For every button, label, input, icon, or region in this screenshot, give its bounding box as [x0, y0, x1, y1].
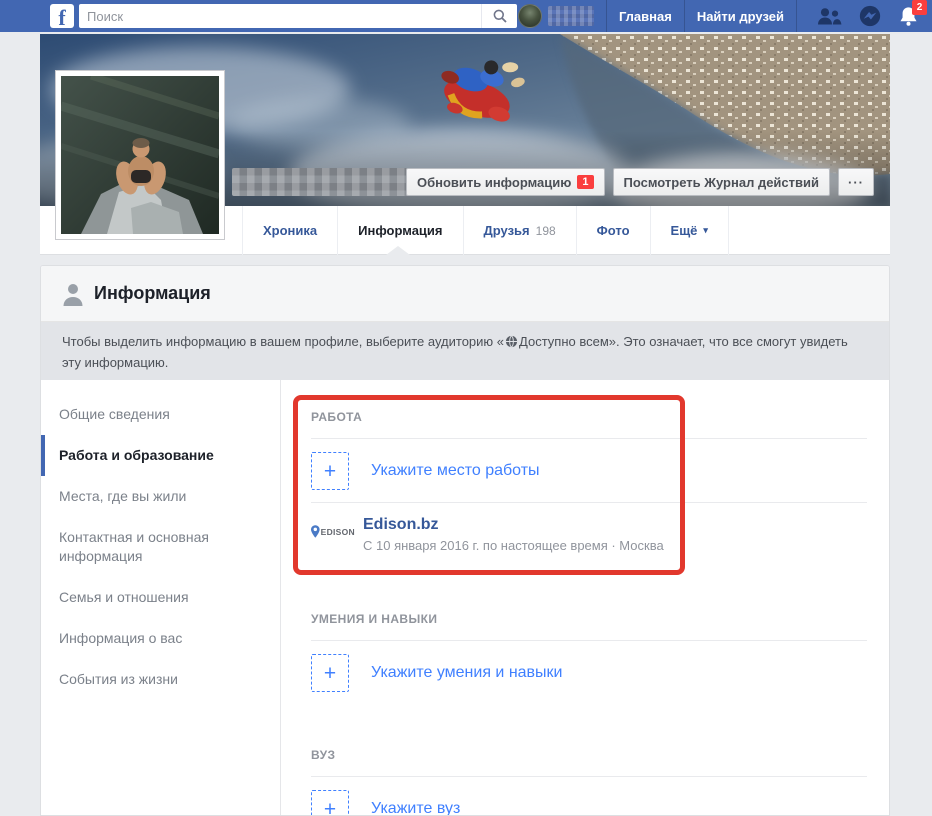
sidebar-item-details-about[interactable]: Информация о вас [41, 618, 280, 659]
update-info-button[interactable]: Обновить информацию 1 [405, 168, 605, 196]
sidebar-item-overview[interactable]: Общие сведения [41, 394, 280, 435]
add-university-row[interactable]: + Укажите вуз [311, 777, 867, 815]
tab-timeline[interactable]: Хроника [242, 206, 339, 255]
about-sidebar: Общие сведения Работа и образование Мест… [41, 380, 281, 815]
page-title: Информация [94, 283, 211, 303]
workplace-entry: EDISON Edison.bz С 10 января 2016 г. по … [311, 503, 867, 574]
search-icon [493, 9, 507, 23]
profile-picture[interactable] [55, 70, 225, 240]
avatar [517, 4, 542, 28]
add-skills-link[interactable]: Укажите умения и навыки [371, 664, 562, 682]
friend-requests-button[interactable] [817, 7, 842, 25]
sidebar-item-contact-basic-info[interactable]: Контактная и основная информация [41, 517, 280, 577]
notification-badge: 2 [912, 0, 927, 15]
workplace-details: С 10 января 2016 г. по настоящее время ·… [363, 538, 664, 553]
divider [796, 0, 797, 32]
sidebar-item-family-relationships[interactable]: Семья и отношения [41, 577, 280, 618]
work-section-header: РАБОТА [311, 410, 363, 424]
active-tab-pointer [386, 246, 410, 255]
about-card: Информация Чтобы выделить информацию в в… [40, 265, 890, 816]
tab-photos[interactable]: Фото [577, 206, 651, 255]
plus-icon[interactable]: + [311, 654, 349, 692]
plus-icon[interactable]: + [311, 452, 349, 490]
globe-icon [505, 334, 518, 353]
audience-notice: Чтобы выделить информацию в вашем профил… [41, 322, 889, 380]
messenger-icon [859, 5, 881, 27]
sidebar-item-work-education[interactable]: Работа и образование [41, 435, 280, 476]
tab-more[interactable]: Ещё ▾ [651, 206, 729, 255]
facebook-logo[interactable]: f [50, 4, 74, 28]
notifications-button[interactable]: 2 [898, 0, 927, 27]
skills-section-header: УМЕНИЯ И НАВЫКИ [311, 612, 438, 626]
edison-logo[interactable]: EDISON [311, 525, 355, 538]
more-options-button[interactable]: ··· [838, 168, 874, 196]
facebook-logo-letter: f [58, 5, 66, 29]
navbar-profile-link[interactable] [517, 4, 594, 28]
tab-friends[interactable]: Друзья 198 [464, 206, 577, 255]
divider [605, 0, 607, 32]
plus-icon[interactable]: + [311, 790, 349, 815]
blurred-profile-name [547, 6, 594, 26]
home-link[interactable]: Главная [619, 9, 672, 24]
navbar-right: Главная Найти друзей 2 [517, 0, 927, 32]
university-section-header: ВУЗ [311, 748, 336, 762]
work-section: РАБОТА + Укажите место работы EDISON Edi… [311, 410, 867, 574]
search-input[interactable] [79, 8, 481, 24]
top-navbar: f Главная Найти друзей [0, 0, 932, 32]
add-skills-row[interactable]: + Укажите умения и навыки [311, 641, 867, 704]
find-friends-link[interactable]: Найти друзей [697, 9, 784, 24]
pin-icon [311, 525, 320, 538]
divider [683, 0, 685, 32]
person-icon [63, 283, 83, 306]
search-button[interactable] [481, 4, 517, 28]
activity-log-button[interactable]: Посмотреть Журнал действий [612, 168, 830, 196]
add-university-link[interactable]: Укажите вуз [371, 800, 460, 815]
about-card-header: Информация [41, 266, 889, 322]
sidebar-item-places[interactable]: Места, где вы жили [41, 476, 280, 517]
update-info-label: Обновить информацию [416, 174, 572, 190]
add-workplace-row[interactable]: + Укажите место работы [311, 439, 867, 502]
friends-icon [818, 7, 842, 24]
cover-action-buttons: Обновить информацию 1 Посмотреть Журнал … [398, 168, 874, 196]
add-workplace-link[interactable]: Укажите место работы [371, 462, 540, 480]
update-info-badge: 1 [577, 175, 594, 189]
sidebar-item-life-events[interactable]: События из жизни [41, 659, 280, 700]
work-education-panel: РАБОТА + Укажите место работы EDISON Edi… [281, 380, 889, 815]
friends-count: 198 [535, 223, 556, 238]
skills-section: УМЕНИЯ И НАВЫКИ + Укажите умения и навык… [311, 612, 867, 704]
chevron-down-icon: ▾ [703, 225, 708, 235]
university-section: ВУЗ + Укажите вуз [311, 748, 867, 815]
search-bar[interactable] [79, 4, 517, 28]
messages-button[interactable] [858, 4, 882, 28]
workplace-name-link[interactable]: Edison.bz [363, 516, 664, 534]
profile-picture-image [61, 76, 219, 234]
